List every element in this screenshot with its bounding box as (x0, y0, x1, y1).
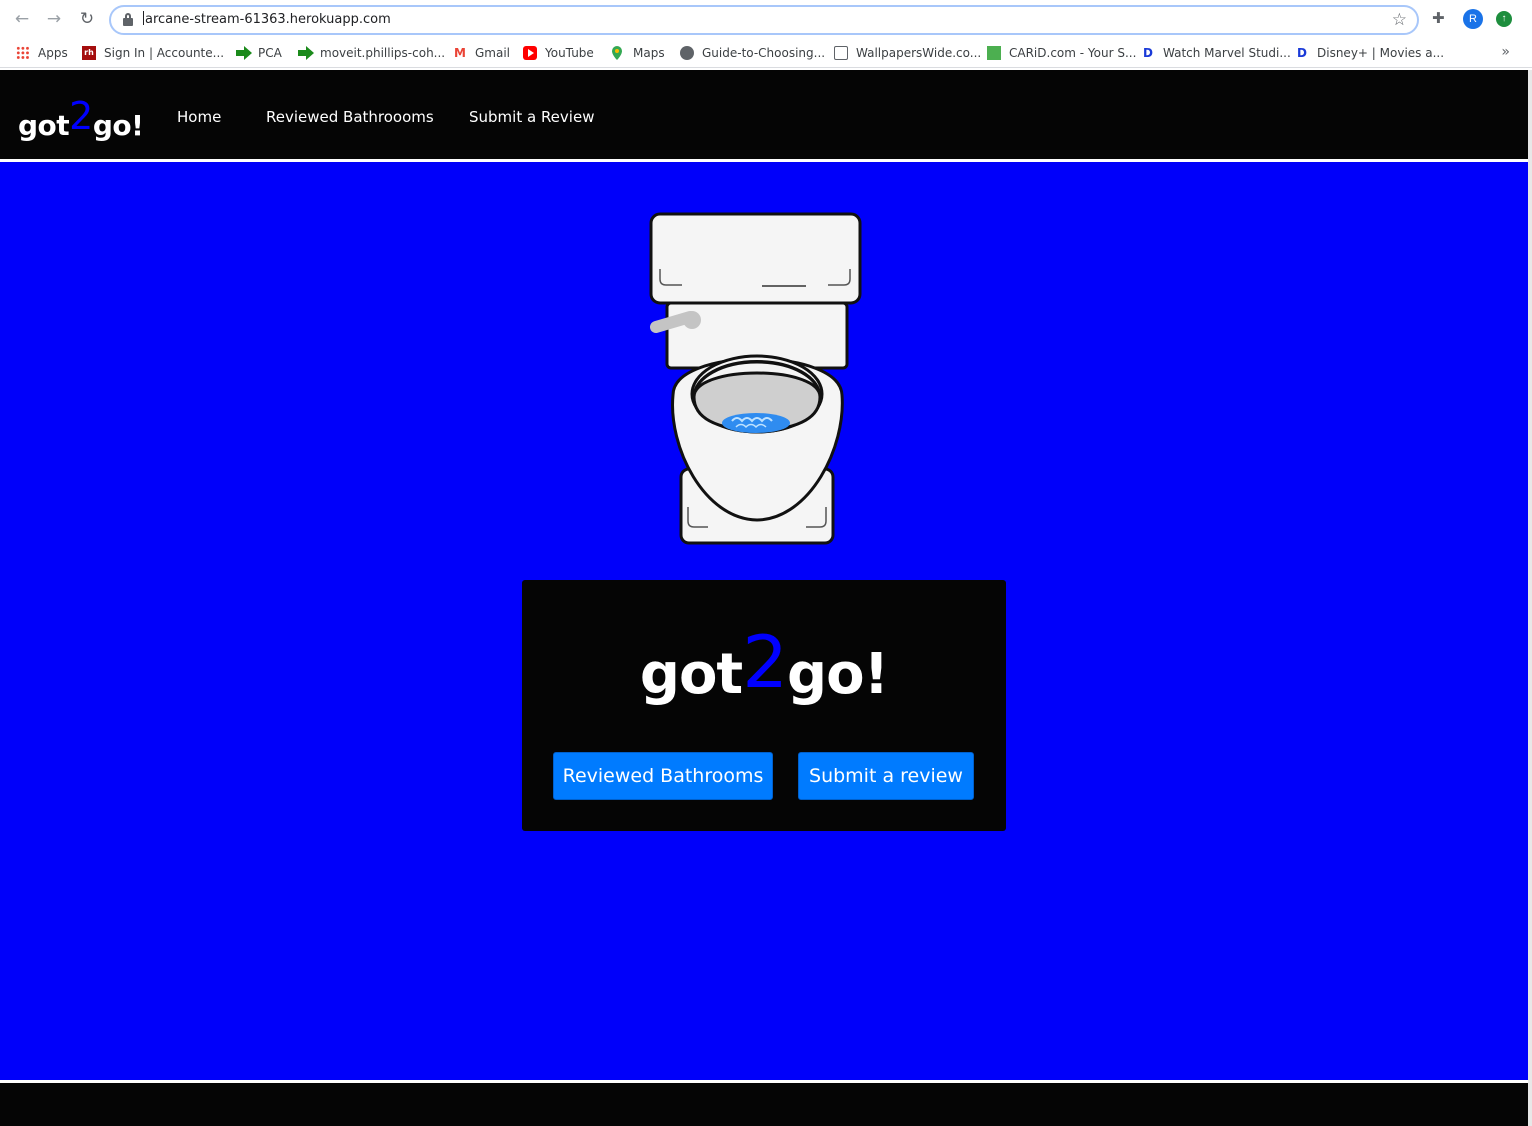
bookmark-marvel[interactable]: D Watch Marvel Studi... (1141, 44, 1291, 62)
bookmark-moveit[interactable]: moveit.phillips-coh... (298, 44, 445, 62)
maps-pin-icon (611, 46, 625, 60)
address-bar[interactable]: arcane-stream-61363.herokuapp.com ☆ (109, 5, 1419, 35)
bookmark-guide[interactable]: Guide-to-Choosing... (680, 44, 825, 62)
extensions-puzzle-icon[interactable]: ✚ (1432, 9, 1450, 27)
more-bookmarks-icon[interactable]: » (1501, 44, 1510, 60)
browser-window: ← → ↻ arcane-stream-61363.herokuapp.com … (0, 0, 1532, 1126)
bookmark-youtube[interactable]: YouTube (523, 44, 594, 62)
site-footer (0, 1080, 1528, 1126)
reload-icon[interactable]: ↻ (77, 9, 97, 29)
globe-icon (680, 46, 694, 60)
hero-card: got2go! Reviewed Bathrooms Submit a revi… (522, 580, 1006, 831)
lock-icon[interactable] (123, 13, 133, 27)
wallpaper-icon (834, 46, 848, 60)
rh-icon: rh (82, 46, 96, 60)
bookmark-sign-in[interactable]: rh Sign In | Accounte... (82, 44, 224, 62)
page-body: got2go! Home Reviewed Bathroooms Submit … (0, 70, 1528, 1126)
reviewed-bathrooms-button[interactable]: Reviewed Bathrooms (553, 752, 773, 800)
green-arrow-icon (236, 46, 252, 60)
url-text[interactable]: arcane-stream-61363.herokuapp.com (143, 11, 391, 27)
update-icon[interactable]: ↑ (1496, 11, 1512, 27)
disney-icon: D (1297, 46, 1307, 60)
bookmark-maps[interactable]: Maps (611, 44, 665, 62)
bookmark-pca[interactable]: PCA (236, 44, 282, 62)
apps-grid-icon (16, 46, 30, 60)
green-arrow-icon (298, 46, 314, 60)
submit-review-button[interactable]: Submit a review (798, 752, 974, 800)
nav-submit-review[interactable]: Submit a Review (469, 108, 594, 126)
bookmark-gmail[interactable]: M Gmail (453, 44, 510, 62)
hero-title: got2go! (639, 620, 889, 707)
back-icon[interactable]: ← (12, 9, 32, 29)
site-navbar: got2go! Home Reviewed Bathroooms Submit … (0, 70, 1528, 162)
nav-home[interactable]: Home (177, 108, 221, 126)
bookmark-carid[interactable]: CARiD.com - Your S... (987, 44, 1136, 62)
disney-icon: D (1143, 46, 1153, 60)
bookmark-star-icon[interactable]: ☆ (1392, 10, 1407, 30)
carid-icon (987, 46, 1001, 60)
gmail-icon: M (454, 46, 466, 60)
bookmarks-bar: Apps rh Sign In | Accounte... PCA moveit.… (0, 38, 1532, 68)
bookmark-wallpaperswide[interactable]: WallpapersWide.co... (834, 44, 981, 62)
bookmark-apps[interactable]: Apps (16, 44, 68, 62)
bookmark-disney-plus[interactable]: D Disney+ | Movies a... (1295, 44, 1444, 62)
window-edge (1528, 70, 1532, 1126)
youtube-icon (523, 46, 537, 60)
toilet-illustration (640, 207, 870, 552)
profile-avatar[interactable]: R (1463, 9, 1483, 29)
nav-reviewed-bathrooms[interactable]: Reviewed Bathroooms (266, 108, 434, 126)
forward-icon[interactable]: → (44, 9, 64, 29)
browser-toolbar: ← → ↻ arcane-stream-61363.herokuapp.com … (0, 0, 1532, 38)
brand-logo[interactable]: got2go! (18, 94, 144, 144)
